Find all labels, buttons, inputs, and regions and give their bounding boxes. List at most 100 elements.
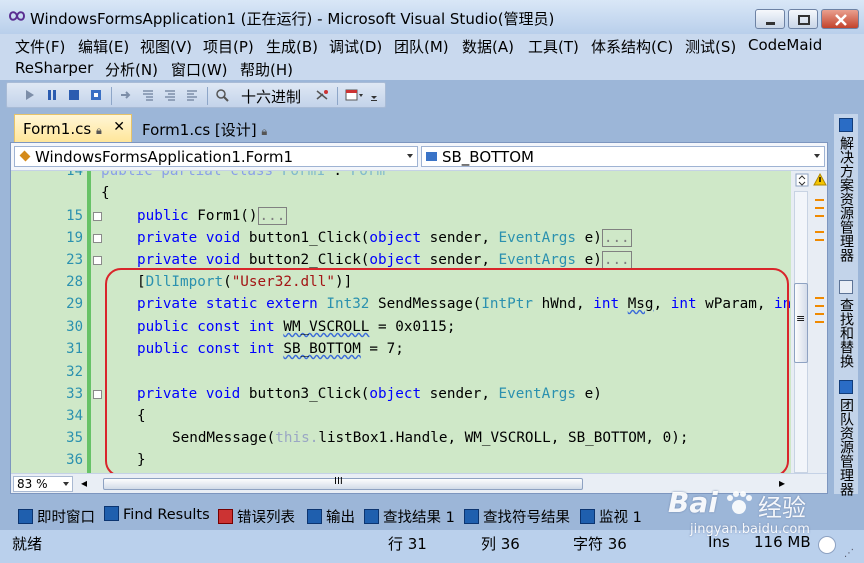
restore-button[interactable] (788, 9, 818, 29)
step-over-icon[interactable] (163, 88, 177, 102)
tab-find-symbol-results[interactable]: 查找符号结果 (462, 503, 570, 527)
code-text-area[interactable]: 14 public partial class Form1 : Form { 1… (11, 171, 791, 473)
menu-debug[interactable]: 调试(D) (329, 36, 382, 57)
menu-bar: 文件(F) 编辑(E) 视图(V) 项目(P) 生成(B) 调试(D) 团队(M… (0, 34, 864, 80)
continue-icon[interactable] (23, 88, 37, 102)
line-number: 23 (66, 252, 83, 268)
fold-expand-icon[interactable] (93, 212, 102, 221)
output-icon (307, 509, 322, 524)
collapsed-block[interactable]: ... (257, 207, 288, 225)
collapsed-block[interactable]: ... (601, 229, 632, 247)
error-list-icon (218, 509, 233, 524)
menu-file[interactable]: 文件(F) (15, 36, 65, 57)
fold-expand-icon[interactable] (93, 234, 102, 243)
close-button[interactable] (821, 9, 859, 29)
code-line: private void button1_Click(object sender… (137, 229, 632, 247)
menu-help[interactable]: 帮助(H) (240, 59, 293, 80)
toolbar-overflow-icon[interactable] (369, 88, 379, 102)
line-number: 30 (66, 319, 83, 335)
tab-form1-cs[interactable]: Form1.cs 🔒︎ ✕ (14, 114, 132, 142)
fold-expand-icon[interactable] (93, 256, 102, 265)
line-number: 31 (66, 341, 83, 357)
watermark-brand-2: 经验 (758, 494, 806, 522)
menu-project[interactable]: 项目(P) (203, 36, 254, 57)
tab-label: Form1.cs (23, 120, 92, 138)
stop-icon[interactable] (67, 88, 81, 102)
output-window-icon[interactable] (345, 88, 365, 102)
step-out-icon[interactable] (185, 88, 199, 102)
line-number: 15 (66, 208, 83, 224)
annotation-highlight-box (105, 268, 789, 473)
tab-error-list[interactable]: 错误列表 (216, 503, 295, 527)
member-combo[interactable]: SB_BOTTOM (421, 146, 825, 167)
baidu-watermark: Bai 经验 jingyan.baidu.com (666, 486, 836, 541)
line-number: 32 (66, 364, 83, 380)
zoom-combo[interactable]: 83 % (13, 476, 73, 492)
hex-display-button[interactable]: 十六进制 (241, 86, 301, 107)
change-tracking-bar (87, 171, 91, 473)
code-editor: WindowsFormsApplication1.Form1 SB_BOTTOM… (10, 142, 828, 494)
fold-collapse-icon[interactable] (93, 390, 102, 399)
scroll-marker (815, 239, 824, 241)
status-line: 行 31 (388, 535, 427, 553)
threads-icon[interactable] (315, 88, 329, 102)
menu-view[interactable]: 视图(V) (140, 36, 192, 57)
scroll-thumb[interactable]: ≡ (794, 283, 808, 363)
horizontal-scroll-thumb[interactable]: III (103, 476, 583, 490)
find-results-icon (104, 506, 119, 521)
collapsed-block[interactable]: ... (601, 251, 632, 269)
restart-icon[interactable] (89, 88, 103, 102)
scroll-marker (815, 321, 824, 323)
lock-icon: 🔒︎ (261, 125, 268, 138)
minimize-button[interactable] (755, 9, 785, 29)
vertical-scrollbar[interactable]: ≡ (791, 171, 827, 473)
scroll-left-icon[interactable]: ◂ (81, 476, 87, 490)
resize-grip-icon[interactable]: ⋰ (844, 548, 854, 559)
menu-data[interactable]: 数据(A) (462, 36, 514, 57)
watermark-url: jingyan.baidu.com (690, 522, 810, 537)
class-combo[interactable]: WindowsFormsApplication1.Form1 (14, 146, 418, 167)
menu-window[interactable]: 窗口(W) (171, 59, 228, 80)
menu-build[interactable]: 生成(B) (266, 36, 318, 57)
menu-team[interactable]: 团队(M) (394, 36, 449, 57)
tab-output[interactable]: 输出 (305, 503, 355, 527)
side-tab-find-replace[interactable]: 查找和替换 (836, 298, 856, 368)
side-tab-solution-explorer[interactable]: 解决方案资源管理器 (836, 136, 856, 262)
tab-immediate-window[interactable]: 即时窗口 (16, 503, 95, 527)
tab-watch-1[interactable]: 监视 1 (578, 503, 642, 527)
title-bar: WindowsFormsApplication1 (正在运行) - Micros… (0, 0, 864, 34)
menu-codemaid[interactable]: CodeMaid (748, 36, 822, 54)
status-ready: 就绪 (12, 535, 43, 553)
tab-find-results[interactable]: Find Results (102, 503, 210, 527)
tab-form1-design[interactable]: Form1.cs [设计] 🔒︎ (134, 114, 284, 142)
menu-tools[interactable]: 工具(T) (528, 36, 579, 57)
breakpoint-search-icon[interactable] (215, 88, 229, 102)
pause-icon[interactable] (45, 88, 59, 102)
split-icon[interactable] (795, 173, 809, 187)
side-tool-panels: 解决方案资源管理器 查找和替换 团队资源管理器 (834, 114, 858, 496)
class-icon (19, 150, 31, 162)
debug-toolbar: 十六进制 (6, 82, 386, 108)
menu-test[interactable]: 测试(S) (685, 36, 736, 57)
step-into-icon[interactable] (141, 88, 155, 102)
pin-icon[interactable]: 🔒︎ (96, 124, 102, 137)
class-combo-value: WindowsFormsApplication1.Form1 (35, 148, 294, 166)
close-tab-icon[interactable]: ✕ (113, 119, 125, 135)
watermark-brand: Bai (668, 486, 718, 519)
menu-architecture[interactable]: 体系结构(C) (591, 36, 673, 57)
scroll-marker (815, 297, 824, 299)
tab-find-results-1[interactable]: 查找结果 1 (362, 503, 455, 527)
menu-analyze[interactable]: 分析(N) (105, 59, 158, 80)
side-tab-team-explorer[interactable]: 团队资源管理器 (836, 398, 856, 496)
menu-resharper[interactable]: ReSharper (15, 59, 93, 77)
window-title: WindowsFormsApplication1 (正在运行) - Micros… (30, 10, 555, 28)
scroll-marker (815, 215, 824, 217)
toolbar-separator (207, 87, 208, 105)
line-number: 34 (66, 408, 83, 424)
line-number: 28 (66, 274, 83, 290)
tab-label: 查找符号结果 (483, 510, 570, 526)
find-replace-icon (839, 280, 853, 294)
show-next-statement-icon[interactable] (119, 88, 133, 102)
chevron-down-icon (407, 154, 413, 158)
menu-edit[interactable]: 编辑(E) (78, 36, 129, 57)
